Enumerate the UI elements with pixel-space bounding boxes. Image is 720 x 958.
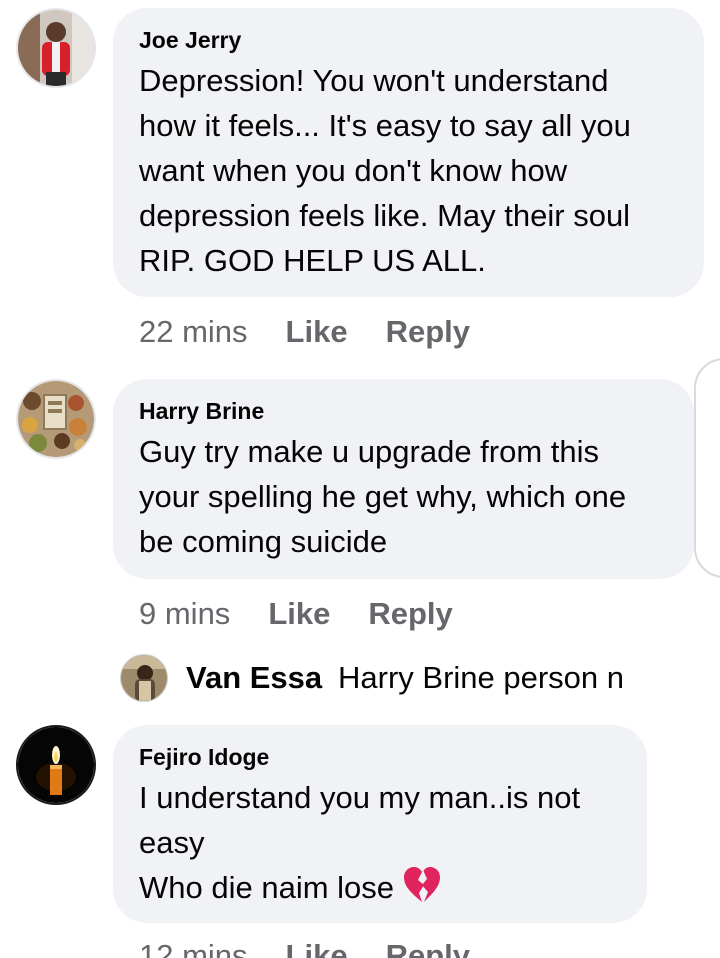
reply-button[interactable]: Reply	[368, 596, 452, 632]
comment-actions: 22 mins Like Reply	[139, 314, 470, 350]
comment-text-line: I understand you my man..is not	[139, 780, 581, 815]
reply-button[interactable]: Reply	[386, 314, 470, 350]
comment-thread: Joe Jerry Depression! You won't understa…	[0, 0, 720, 958]
reply-author[interactable]: Van Essa	[186, 660, 322, 696]
comment-author[interactable]: Harry Brine	[139, 397, 668, 425]
comment-timestamp: 9 mins	[139, 596, 231, 631]
comment-actions: 12 mins Like Reply	[139, 938, 470, 958]
food-platter-icon	[18, 381, 94, 457]
avatar-joe-jerry[interactable]	[16, 8, 96, 88]
comment-text-line: your spelling he get why, which one	[139, 479, 627, 514]
comment-text-line: RIP. GOD HELP US ALL.	[139, 243, 486, 278]
comment-text-line: be coming suicide	[139, 524, 388, 559]
comment-text-line: want when you don't know how	[139, 153, 568, 188]
candle-icon	[18, 727, 94, 803]
comment-author[interactable]: Joe Jerry	[139, 26, 678, 54]
comment-text-line: easy	[139, 825, 205, 860]
comment-text-line: Guy try make u upgrade from this	[139, 434, 600, 469]
avatar-fejiro-idoge[interactable]	[16, 725, 96, 805]
reply-button[interactable]: Reply	[386, 938, 470, 958]
comment-bubble: Fejiro Idoge I understand you my man..is…	[113, 725, 647, 923]
comment-timestamp: 22 mins	[139, 314, 248, 349]
comment-bubble: Joe Jerry Depression! You won't understa…	[113, 8, 704, 297]
reply-preview[interactable]: Van Essa Harry Brine person n ...	[120, 654, 700, 702]
comment-text-line-with-emoji: Who die naim lose	[139, 865, 621, 910]
like-button[interactable]: Like	[268, 596, 330, 632]
like-button[interactable]: Like	[286, 314, 348, 350]
comment-author[interactable]: Fejiro Idoge	[139, 743, 621, 771]
avatar-van-essa[interactable]	[120, 654, 168, 702]
comment-text-line: how it feels... It's easy to say all you	[139, 108, 631, 143]
comment-bubble: Harry Brine Guy try make u upgrade from …	[113, 379, 694, 579]
person-photo-icon	[121, 655, 167, 701]
comment-text-line: depression feels like. May their soul	[139, 198, 631, 233]
comment-actions: 9 mins Like Reply	[139, 596, 453, 632]
side-panel-edge[interactable]	[694, 358, 720, 578]
avatar-harry-brine[interactable]	[16, 379, 96, 459]
comment-text-segment: Who die naim lose	[139, 870, 395, 905]
reply-text: Harry Brine person n	[338, 660, 625, 695]
like-button[interactable]: Like	[286, 938, 348, 958]
comment-timestamp: 12 mins	[139, 938, 248, 958]
person-in-red-shirt-icon	[18, 10, 94, 86]
comment-text-line: Depression! You won't understand	[139, 63, 609, 98]
broken-heart-icon	[404, 867, 441, 902]
